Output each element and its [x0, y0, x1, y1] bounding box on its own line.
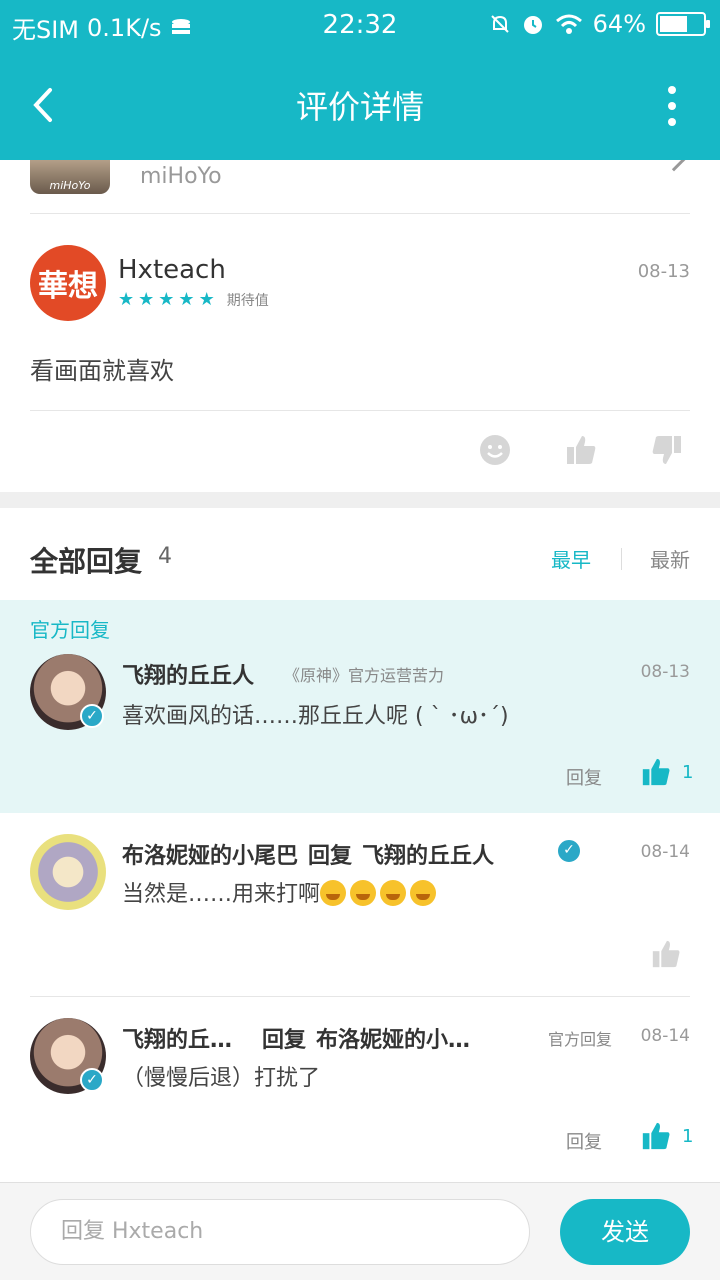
thumbs-up-icon: [642, 1122, 670, 1150]
verified-icon: ✓: [556, 838, 582, 864]
reply-author[interactable]: 飞翔的丘…: [122, 1028, 232, 1053]
reply-text: （慢慢后退）打扰了: [122, 1066, 321, 1091]
sort-latest-button[interactable]: 最新: [650, 544, 690, 573]
alarm-icon: [523, 16, 542, 34]
reply-author[interactable]: 布洛妮娅的小尾巴: [122, 844, 298, 869]
reply-text-row: 当然是……用来打啊: [122, 876, 440, 908]
reply-header: 布洛妮娅的小尾巴 回复 飞翔的丘丘人: [122, 838, 494, 870]
more-vertical-icon: [668, 86, 676, 94]
reply-author-role: 《原神》官方运营苦力: [284, 666, 445, 685]
sort-separator: [621, 547, 622, 570]
reply-date: 08-14: [640, 1026, 690, 1046]
game-icon-label: miHoYo: [49, 179, 91, 192]
like-button[interactable]: 1: [640, 756, 693, 788]
top-bar: 无SIM 0.1K/s 22:32 64% 评价详情: [0, 0, 720, 160]
laughing-emoji-icon: [380, 880, 407, 906]
header: 评价详情: [0, 50, 720, 160]
wifi-icon: [555, 14, 582, 34]
verified-icon: ✓: [80, 1068, 104, 1092]
star-icon: ★: [118, 289, 135, 310]
laughing-emoji-icon: [320, 880, 347, 906]
status-right: 64%: [489, 10, 710, 38]
official-reply: 官方回复 ✓ 飞翔的丘丘人 《原神》官方运营苦力 08-13 喜欢画风的话……那…: [0, 600, 720, 813]
star-icon: ★: [198, 289, 215, 310]
divider: [30, 410, 690, 411]
like-count: 1: [682, 761, 694, 783]
divider: [30, 996, 690, 997]
emoji-reaction-icon[interactable]: [478, 433, 512, 467]
avatar[interactable]: 華想: [30, 245, 106, 321]
official-label: 官方回复: [30, 618, 110, 642]
like-button[interactable]: [650, 938, 682, 970]
laughing-emoji-icon: [410, 880, 437, 906]
replies-count: 4: [158, 544, 172, 569]
replies-title: 全部回复: [30, 545, 143, 578]
reply-date: 08-14: [640, 842, 690, 862]
like-button[interactable]: 1: [640, 1120, 693, 1152]
review-date: 08-13: [637, 261, 690, 282]
reply-date: 08-13: [640, 662, 690, 682]
sort-earliest-button[interactable]: 最早: [551, 544, 591, 573]
reply-button[interactable]: 回复: [566, 1128, 602, 1154]
star-rating: ★ ★ ★ ★ ★ 期待值: [118, 289, 269, 310]
review-text: 看画面就喜欢: [30, 357, 174, 385]
reply-header: 飞翔的丘… 回复 布洛妮娅的小…: [122, 1022, 470, 1054]
review-card: 華想 Hxteach ★ ★ ★ ★ ★ 期待值 08-13 看画面就喜欢: [0, 215, 720, 492]
thumbs-up-icon: [642, 758, 670, 786]
battery-fill: [660, 16, 687, 32]
sort-toggle: 最早 最新: [551, 544, 690, 573]
reply-input-bar: 回复 Hxteach 发送: [0, 1182, 720, 1280]
battery-icon: [656, 12, 710, 36]
official-badge: 官方回复: [548, 1030, 613, 1049]
status-bar: 无SIM 0.1K/s 22:32 64%: [0, 0, 720, 50]
thumbs-up-icon[interactable]: [564, 433, 598, 467]
star-icon: ★: [178, 289, 195, 310]
bell-off-icon: [490, 15, 509, 33]
replies-header: 全部回复 4 最早 最新: [0, 508, 720, 600]
reply-text: 喜欢画风的话……那丘丘人呢 ( ` ･ω･´): [122, 704, 509, 729]
star-icon: ★: [158, 289, 175, 310]
verified-icon: ✓: [80, 704, 104, 728]
reply-text: 当然是……用来打啊: [122, 882, 321, 907]
reply-button[interactable]: 回复: [566, 764, 602, 790]
rating-tag: 期待值: [226, 292, 269, 309]
thumbs-up-icon: [652, 940, 680, 968]
thumbs-down-icon[interactable]: [650, 433, 684, 467]
reply-target[interactable]: 布洛妮娅的小…: [316, 1028, 470, 1053]
reply-word: 回复: [262, 1028, 307, 1053]
review-actions: [478, 433, 684, 467]
section-divider: [0, 492, 720, 508]
reply-word: 回复: [308, 844, 353, 869]
send-button[interactable]: 发送: [560, 1199, 690, 1265]
avatar[interactable]: [30, 834, 106, 910]
reply-input[interactable]: 回复 Hxteach: [30, 1199, 530, 1265]
game-developer: miHoYo: [140, 164, 222, 189]
reply-author[interactable]: 飞翔的丘丘人: [122, 658, 254, 690]
laughing-emoji-icon: [350, 880, 377, 906]
more-button[interactable]: [662, 86, 682, 126]
like-count: 1: [682, 1125, 694, 1147]
battery-percent: 64%: [592, 10, 646, 38]
reply-target[interactable]: 飞翔的丘丘人: [362, 844, 494, 869]
review-author[interactable]: Hxteach: [118, 255, 226, 285]
page-title: 评价详情: [295, 88, 424, 126]
star-icon: ★: [138, 289, 155, 310]
game-row[interactable]: miHoYo miHoYo: [30, 148, 690, 214]
